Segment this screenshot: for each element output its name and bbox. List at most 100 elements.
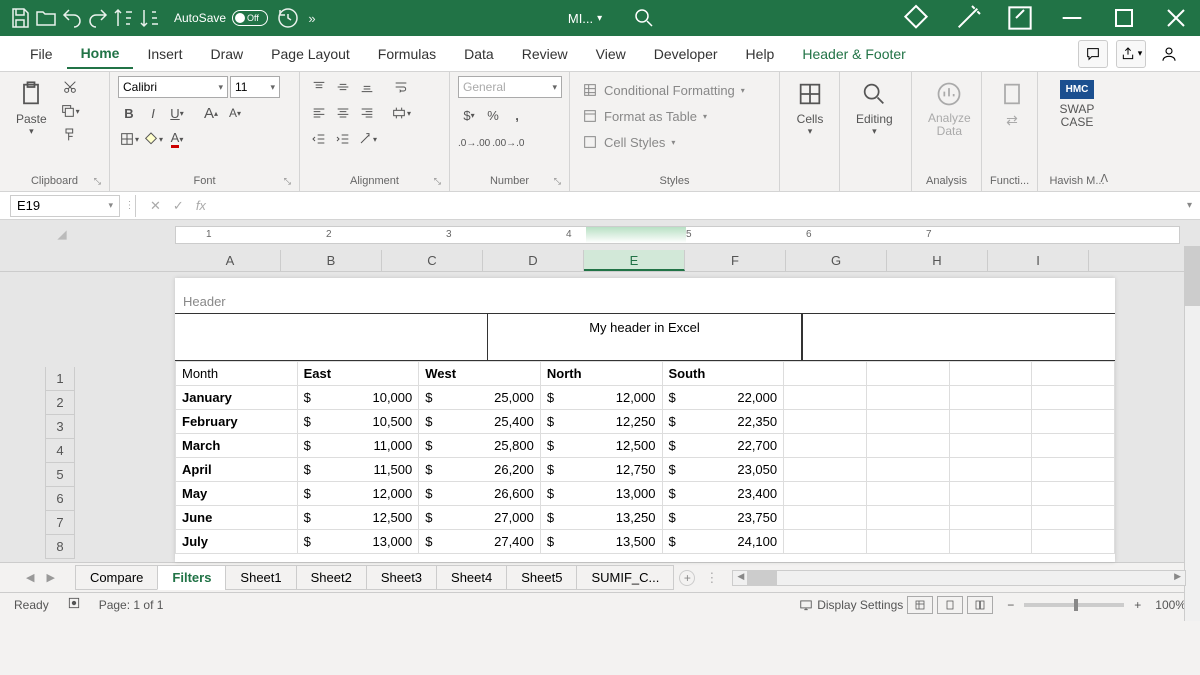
cells-button[interactable]: Cells▾ [788,76,832,141]
month-cell[interactable]: January [176,386,298,410]
header-boxes[interactable]: My header in Excel [175,313,1115,361]
empty-cell[interactable] [949,434,1032,458]
value-cell[interactable]: $26,200 [419,458,541,482]
cut-icon[interactable] [59,76,81,98]
bold-icon[interactable]: B [118,102,140,124]
empty-cell[interactable] [949,362,1032,386]
empty-cell[interactable] [1032,530,1115,554]
swap-case-button[interactable]: HMCSWAP CASE [1046,76,1108,133]
value-cell[interactable]: $11,500 [297,458,419,482]
conditional-formatting-button[interactable]: Conditional Formatting▾ [578,80,749,100]
format-painter-icon[interactable] [59,124,81,146]
zoom-slider[interactable] [1024,603,1124,607]
empty-cell[interactable] [866,434,949,458]
value-cell[interactable]: $25,800 [419,434,541,458]
percent-icon[interactable]: % [482,104,504,126]
sheet-tab[interactable]: Sheet3 [366,565,437,590]
empty-cell[interactable] [866,362,949,386]
view-page-break-icon[interactable] [967,596,993,614]
value-cell[interactable]: $13,000 [297,530,419,554]
row-header[interactable]: 6 [45,487,75,511]
value-cell[interactable]: $22,000 [662,386,784,410]
increase-decimal-icon[interactable]: .0→.00 [458,132,490,154]
functions-button[interactable]: ⇄ [990,76,1034,133]
align-right-icon[interactable] [356,102,378,124]
sort-desc-icon[interactable] [138,6,162,30]
close-icon[interactable] [1160,2,1192,34]
empty-cell[interactable] [1032,410,1115,434]
launcher-icon[interactable]: ⤡ [284,176,291,187]
tab-file[interactable]: File [16,40,67,68]
analyze-data-button[interactable]: Analyze Data [920,76,979,142]
tab-review[interactable]: Review [508,40,582,68]
empty-cell[interactable] [1032,362,1115,386]
document-title[interactable]: MI...▾ [568,11,602,26]
search-icon[interactable] [632,6,656,30]
empty-cell[interactable] [784,530,867,554]
zoom-level[interactable]: 100% [1155,598,1186,612]
more-icon[interactable]: » [300,6,324,30]
decrease-indent-icon[interactable] [308,128,330,150]
month-cell[interactable]: April [176,458,298,482]
comments-icon[interactable] [1078,40,1108,68]
editing-button[interactable]: Editing▾ [848,76,901,141]
table-header-cell[interactable]: East [297,362,419,386]
data-table[interactable]: MonthEastWestNorthSouth January$10,000$2… [175,361,1115,554]
maximize-icon[interactable] [1108,2,1140,34]
value-cell[interactable]: $27,000 [419,506,541,530]
sheet-tab[interactable]: Sheet2 [296,565,367,590]
value-cell[interactable]: $12,000 [297,482,419,506]
empty-cell[interactable] [949,506,1032,530]
table-header-cell[interactable]: South [662,362,784,386]
column-header[interactable]: F [685,250,786,271]
redo-icon[interactable] [86,6,110,30]
tab-insert[interactable]: Insert [133,40,196,68]
value-cell[interactable]: $12,500 [297,506,419,530]
column-header[interactable]: C [382,250,483,271]
tab-nav-prev-icon[interactable]: ◀ [20,571,40,584]
value-cell[interactable]: $23,050 [662,458,784,482]
value-cell[interactable]: $13,250 [540,506,662,530]
sheet-tab[interactable]: Sheet1 [225,565,296,590]
column-header[interactable]: H [887,250,988,271]
orientation-icon[interactable]: ▾ [356,128,378,150]
empty-cell[interactable] [784,362,867,386]
comma-icon[interactable]: , [506,104,528,126]
minimize-icon[interactable] [1056,2,1088,34]
align-bottom-icon[interactable] [356,76,378,98]
currency-icon[interactable]: $▾ [458,104,480,126]
value-cell[interactable]: $12,000 [540,386,662,410]
decrease-decimal-icon[interactable]: .00→.0 [492,132,524,154]
empty-cell[interactable] [1032,434,1115,458]
diamond-icon[interactable] [900,2,932,34]
row-header[interactable]: 4 [45,439,75,463]
row-header[interactable]: 7 [45,511,75,535]
underline-icon[interactable]: U▾ [166,102,188,124]
value-cell[interactable]: $26,600 [419,482,541,506]
sheet-tab[interactable]: Sheet5 [506,565,577,590]
sort-asc-icon[interactable] [112,6,136,30]
column-header[interactable]: B [281,250,382,271]
display-settings-button[interactable]: Display Settings [799,598,903,612]
empty-cell[interactable] [949,482,1032,506]
undo-icon[interactable] [60,6,84,30]
tab-developer[interactable]: Developer [640,40,732,68]
name-box[interactable]: E19▾ [10,195,120,217]
value-cell[interactable]: $22,350 [662,410,784,434]
empty-cell[interactable] [1032,458,1115,482]
tab-help[interactable]: Help [732,40,789,68]
formula-input[interactable] [220,195,1179,217]
font-size-combo[interactable]: 11▾ [230,76,280,98]
enter-formula-icon[interactable]: ✓ [173,198,184,214]
empty-cell[interactable] [866,482,949,506]
autosave-toggle[interactable]: AutoSave Off [174,10,268,26]
tab-page-layout[interactable]: Page Layout [257,40,364,68]
expand-formula-icon[interactable]: ▾ [1179,200,1200,211]
format-as-table-button[interactable]: Format as Table▾ [578,106,711,126]
new-sheet-icon[interactable]: + [679,570,695,586]
row-header[interactable]: 2 [45,391,75,415]
value-cell[interactable]: $13,000 [540,482,662,506]
header-right[interactable] [802,313,1115,361]
empty-cell[interactable] [949,530,1032,554]
empty-cell[interactable] [1032,506,1115,530]
